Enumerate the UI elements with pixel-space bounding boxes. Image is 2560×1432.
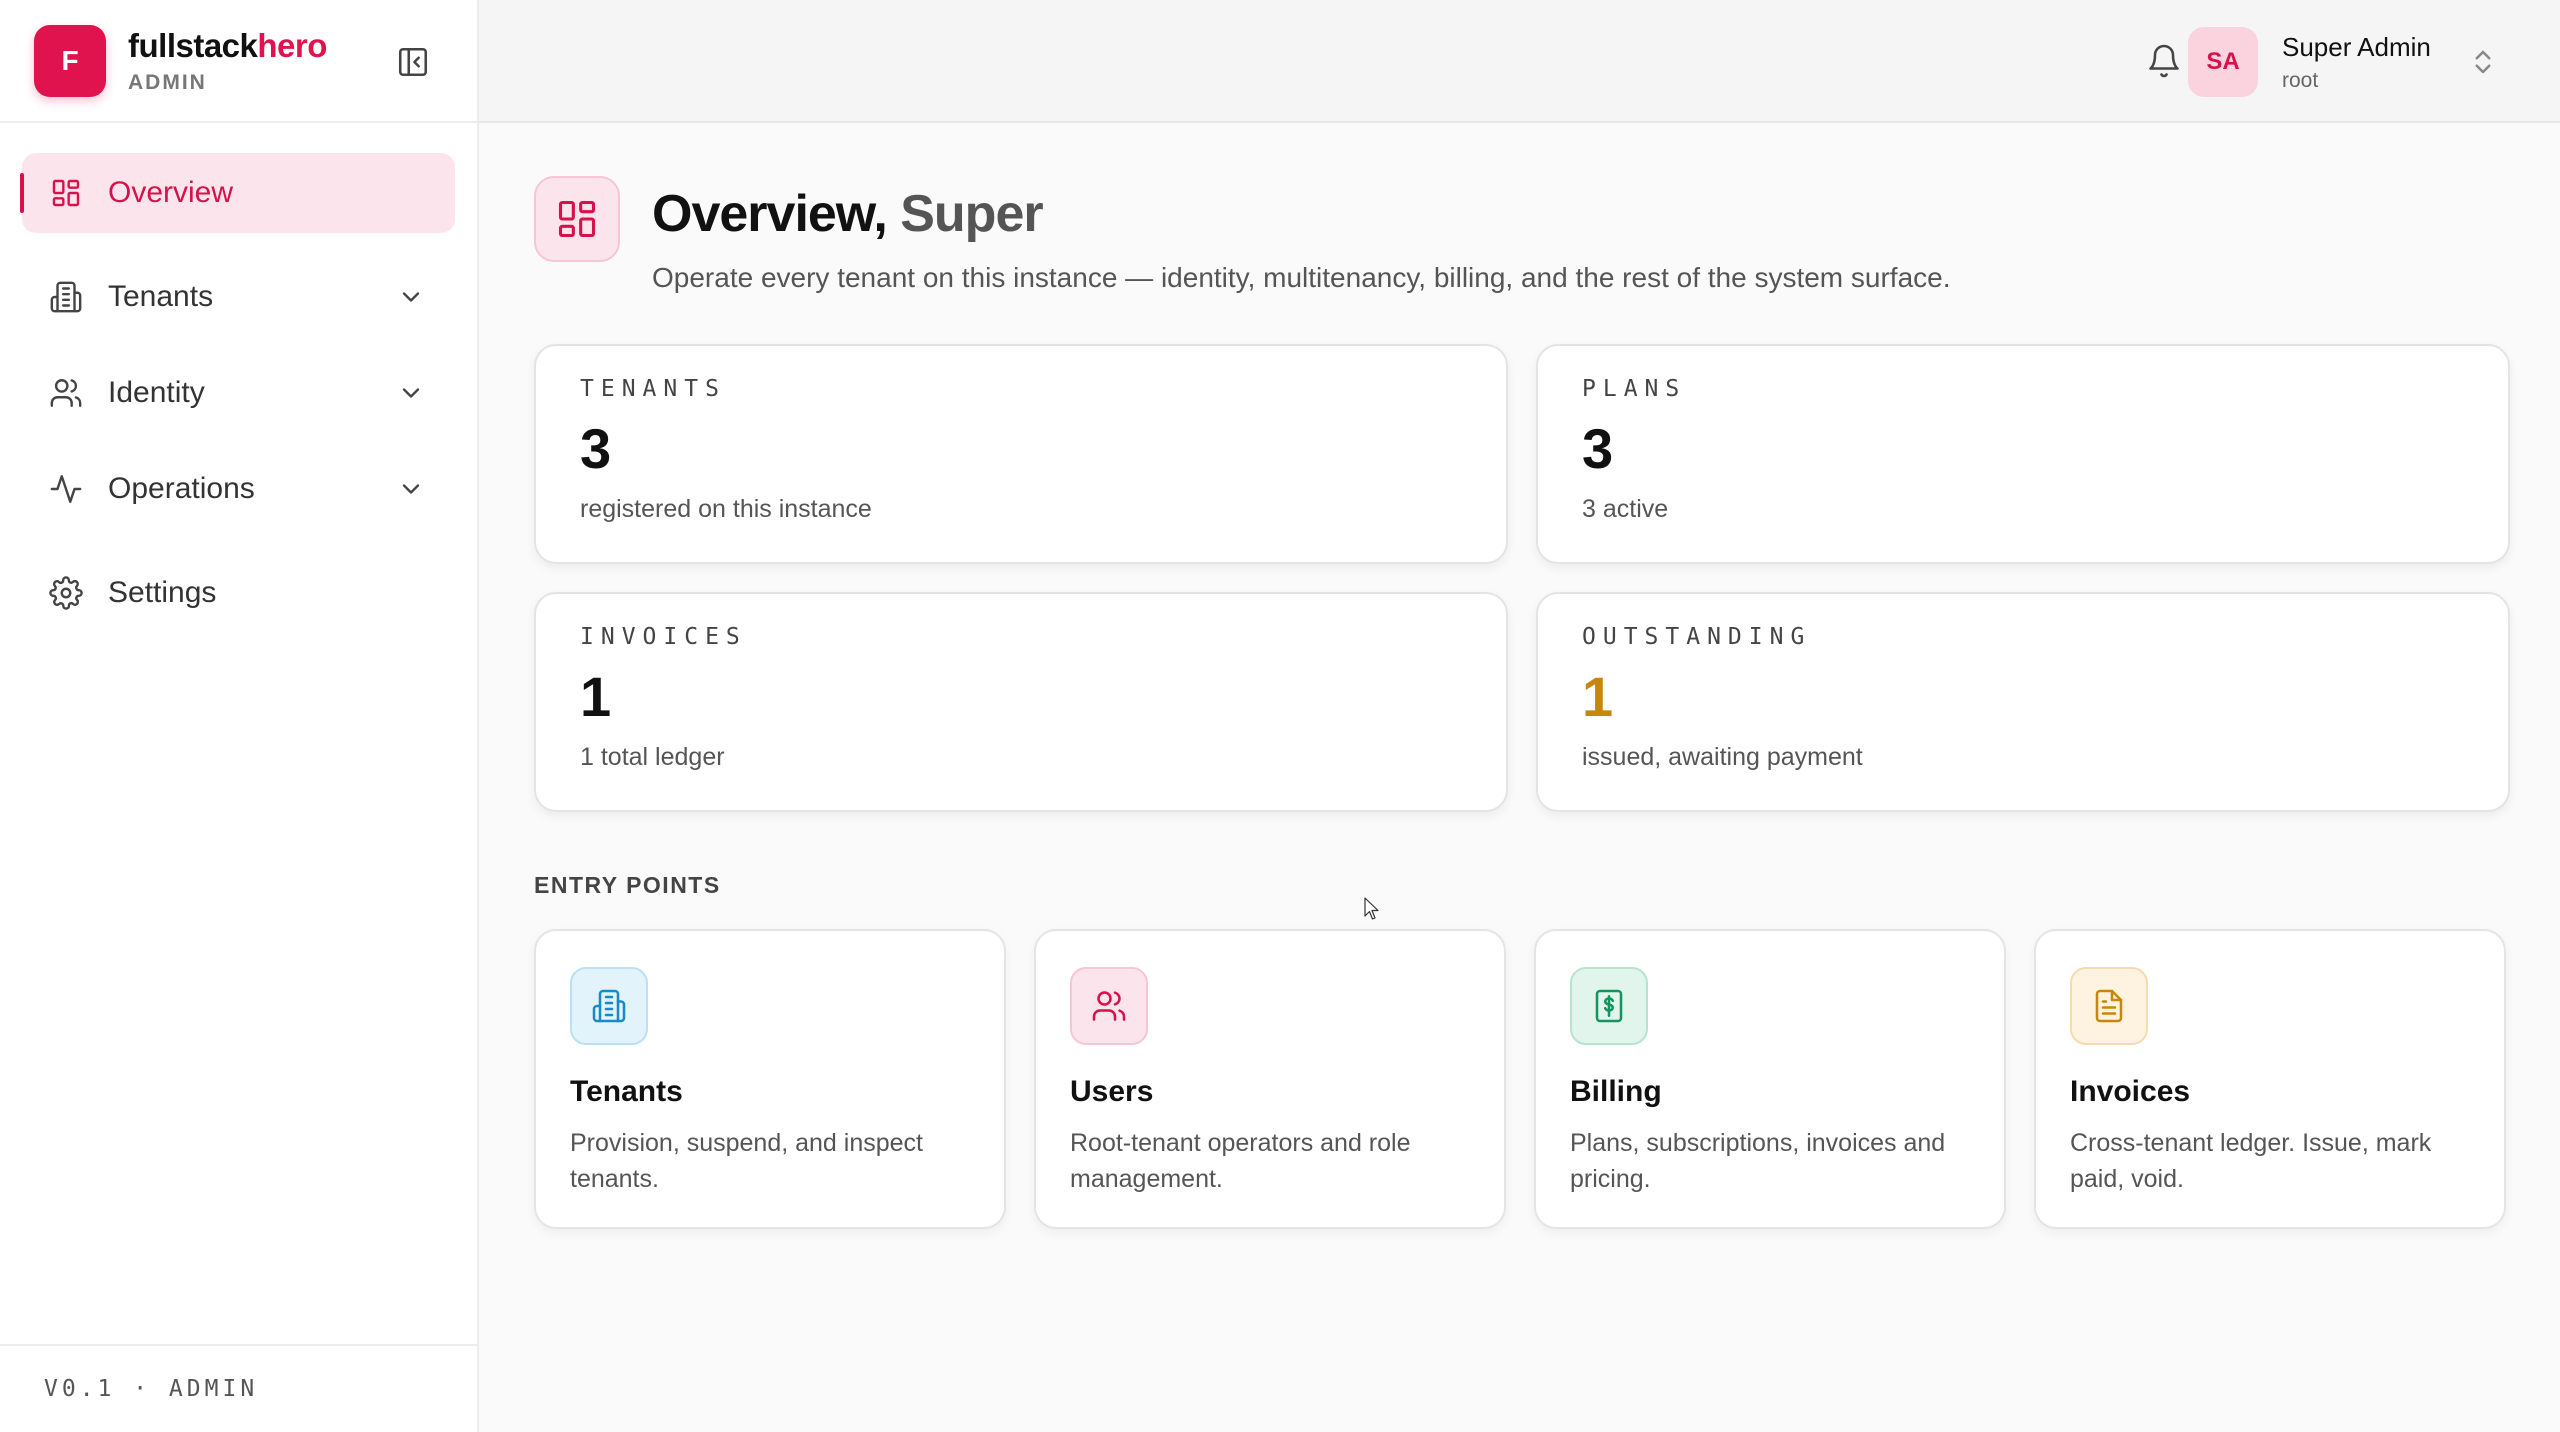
dollar-receipt-icon [1570,967,1648,1045]
sidebar-item-overview[interactable]: Overview [20,153,455,233]
entry-card-invoices[interactable]: Invoices Cross-tenant ledger. Issue, mar… [2034,929,2506,1229]
top-header: SA Super Admin root [479,0,2560,123]
activity-icon [48,471,84,507]
notifications-button[interactable] [2146,42,2184,82]
sidebar-item-tenants[interactable]: Tenants [22,257,455,337]
page-title-block: Overview, Super Operate every tenant on … [652,184,1951,294]
building-icon [48,279,84,315]
bell-icon [2149,44,2179,78]
sidebar-item-label: Tenants [108,280,214,313]
sidebar-collapse-button[interactable] [393,42,433,82]
brand-name: fullstackhero [128,27,327,65]
entry-points-heading: ENTRY POINTS [534,872,721,898]
stat-card-outstanding: OUTSTANDING 1 issued, awaiting payment [1536,592,2510,812]
stat-label: OUTSTANDING [1582,624,1812,650]
entry-title: Tenants [570,1075,683,1108]
sidebar: F fullstackhero ADMIN Overview Tenants I… [0,0,479,1432]
stat-label: INVOICES [580,624,747,650]
stat-value: 1 [580,665,612,728]
entry-desc: Cross-tenant ledger. Issue, mark paid, v… [2070,1129,2432,1193]
stat-desc: registered on this instance [580,495,872,523]
sidebar-item-identity[interactable]: Identity [22,353,455,433]
document-icon [2070,967,2148,1045]
entry-points-grid: Tenants Provision, suspend, and inspect … [534,929,2508,1229]
panel-left-icon [398,47,428,77]
gear-icon [48,575,84,611]
stat-desc: 3 active [1582,495,1669,523]
brand-name-primary: fullstack [128,26,258,64]
stats-grid: TENANTS 3 registered on this instance PL… [534,344,2510,812]
sidebar-item-settings[interactable]: Settings [22,553,455,633]
sidebar-item-operations[interactable]: Operations [22,449,455,529]
brand-name-accent: hero [257,26,327,64]
user-role: root [2282,68,2319,92]
page-title: Overview, Super [652,184,1951,244]
chevron-down-icon [402,388,420,398]
users-icon [48,375,84,411]
stat-card-tenants: TENANTS 3 registered on this instance [534,344,1508,564]
stat-value: 3 [1582,417,1614,480]
chevrons-up-down-icon [2475,50,2491,74]
page-subtitle: Operate every tenant on this instance — … [652,262,1951,293]
users-icon [1070,967,1148,1045]
sidebar-item-label: Identity [108,376,205,409]
chevron-down-icon [402,484,420,494]
building-icon [570,967,648,1045]
user-name: Super Admin [2282,31,2431,62]
entry-desc: Plans, subscriptions, invoices and prici… [1570,1129,1946,1193]
user-info: Super Admin root [2282,32,2452,93]
sidebar-item-label: Operations [108,472,255,505]
sidebar-item-label: Overview [108,176,234,209]
entry-title: Billing [1570,1075,1662,1108]
version-label: V0.1 · ADMIN [0,1344,477,1432]
stat-value: 3 [580,417,612,480]
page-title-text: Overview, [652,185,888,243]
sidebar-nav: Overview Tenants Identity Operations Set… [0,123,477,679]
layout-grid-icon [534,176,620,262]
main-content: Overview, Super Operate every tenant on … [534,176,2510,1229]
stat-desc: issued, awaiting payment [1582,743,1863,771]
stat-desc: 1 total ledger [580,743,725,771]
entry-title: Users [1070,1075,1154,1108]
stat-label: PLANS [1582,376,1687,402]
stat-card-plans: PLANS 3 3 active [1536,344,2510,564]
entry-desc: Root-tenant operators and role managemen… [1070,1129,1411,1193]
brand-subtitle: ADMIN [128,70,207,94]
stat-label: TENANTS [580,376,726,402]
entry-desc: Provision, suspend, and inspect tenants. [570,1129,923,1193]
mouse-cursor-icon [1364,897,1379,920]
page-title-name: Super [900,185,1043,243]
brand-logo[interactable]: F [34,24,106,97]
stat-value: 1 [1582,665,1614,728]
entry-title: Invoices [2070,1075,2191,1108]
entry-card-tenants[interactable]: Tenants Provision, suspend, and inspect … [534,929,1006,1229]
brand-header: F fullstackhero ADMIN [0,0,477,123]
entry-card-users[interactable]: Users Root-tenant operators and role man… [1034,929,1506,1229]
sidebar-item-label: Settings [108,576,217,609]
layout-grid-icon [48,175,84,211]
page-header: Overview, Super Operate every tenant on … [534,176,2508,294]
user-menu[interactable]: SA Super Admin root [2188,26,2498,98]
entry-card-billing[interactable]: Billing Plans, subscriptions, invoices a… [1534,929,2006,1229]
chevron-down-icon [402,292,420,302]
avatar: SA [2188,27,2258,97]
stat-card-invoices: INVOICES 1 1 total ledger [534,592,1508,812]
brand-text: fullstackhero ADMIN [128,27,327,95]
